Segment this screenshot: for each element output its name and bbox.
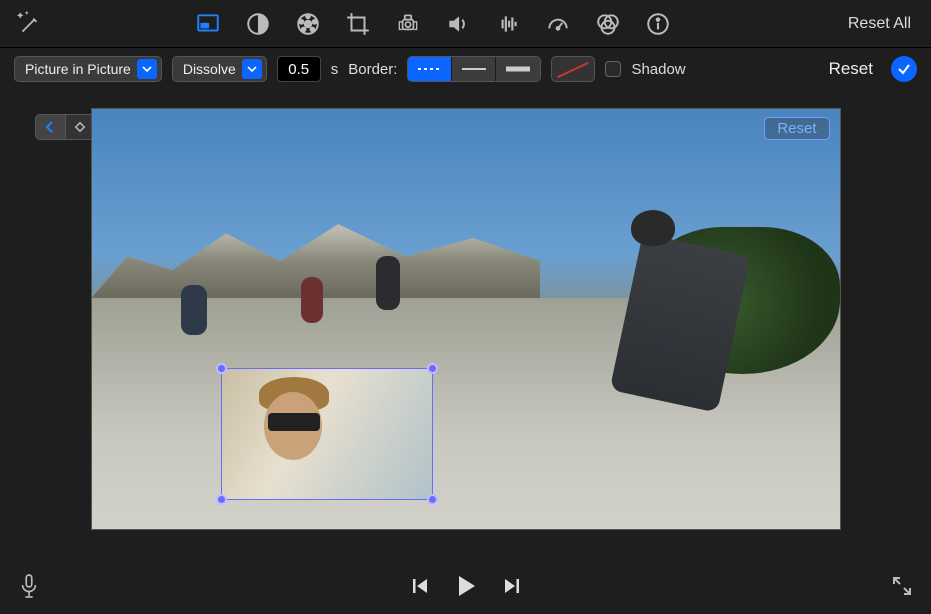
speed-icon[interactable] [542,8,574,40]
resize-handle-tl[interactable] [216,363,227,374]
border-thick-option[interactable] [496,57,540,81]
transition-select[interactable]: Dissolve [172,56,267,82]
chevron-down-icon [137,59,157,79]
reset-button[interactable]: Reset [829,59,873,79]
noise-reduction-icon[interactable] [492,8,524,40]
scene-helmet [631,210,675,246]
border-none-option[interactable] [408,57,452,81]
scene-skater [376,256,400,310]
playback-bar [0,562,931,614]
play-button[interactable] [452,572,480,605]
color-correction-icon[interactable] [292,8,324,40]
nav-back-button[interactable] [36,115,66,139]
pip-figure [268,413,320,431]
info-icon[interactable] [642,8,674,40]
border-label: Border: [348,61,397,78]
resize-handle-bl[interactable] [216,494,227,505]
border-color-swatch[interactable] [551,56,595,82]
viewer-wrapper: Reset [91,108,841,530]
shadow-checkbox[interactable] [605,61,621,77]
adjustments-toolbar: Reset All [0,0,931,48]
volume-icon[interactable] [442,8,474,40]
shadow-label: Shadow [631,61,685,78]
clip-filter-icon[interactable] [592,8,624,40]
crop-icon[interactable] [342,8,374,40]
preview-viewer[interactable]: Reset [91,108,841,530]
pip-overlay[interactable] [222,369,432,499]
reset-all-button[interactable]: Reset All [848,15,917,33]
duration-input[interactable] [277,56,321,82]
scene-skater [301,277,323,323]
fullscreen-button[interactable] [891,575,913,602]
scene-skater [181,285,207,335]
overlay-icon[interactable] [192,8,224,40]
transition-value: Dissolve [183,61,236,77]
magic-wand-icon[interactable] [14,8,46,40]
apply-button[interactable] [891,56,917,82]
duration-unit-label: s [331,61,339,78]
playback-controls [410,572,522,605]
border-style-segmented [407,56,541,82]
chevron-down-icon [242,59,262,79]
color-balance-icon[interactable] [242,8,274,40]
resize-handle-tr[interactable] [427,363,438,374]
overlay-options-bar: Picture in Picture Dissolve s Border: Sh… [0,48,931,90]
next-frame-button[interactable] [502,576,522,601]
voiceover-mic-button[interactable] [18,573,40,604]
overlay-mode-value: Picture in Picture [25,61,131,77]
viewer-reset-button[interactable]: Reset [764,117,829,140]
prev-frame-button[interactable] [410,576,430,601]
border-thin-option[interactable] [452,57,496,81]
overlay-mode-select[interactable]: Picture in Picture [14,56,162,82]
resize-handle-br[interactable] [427,494,438,505]
stabilization-icon[interactable] [392,8,424,40]
